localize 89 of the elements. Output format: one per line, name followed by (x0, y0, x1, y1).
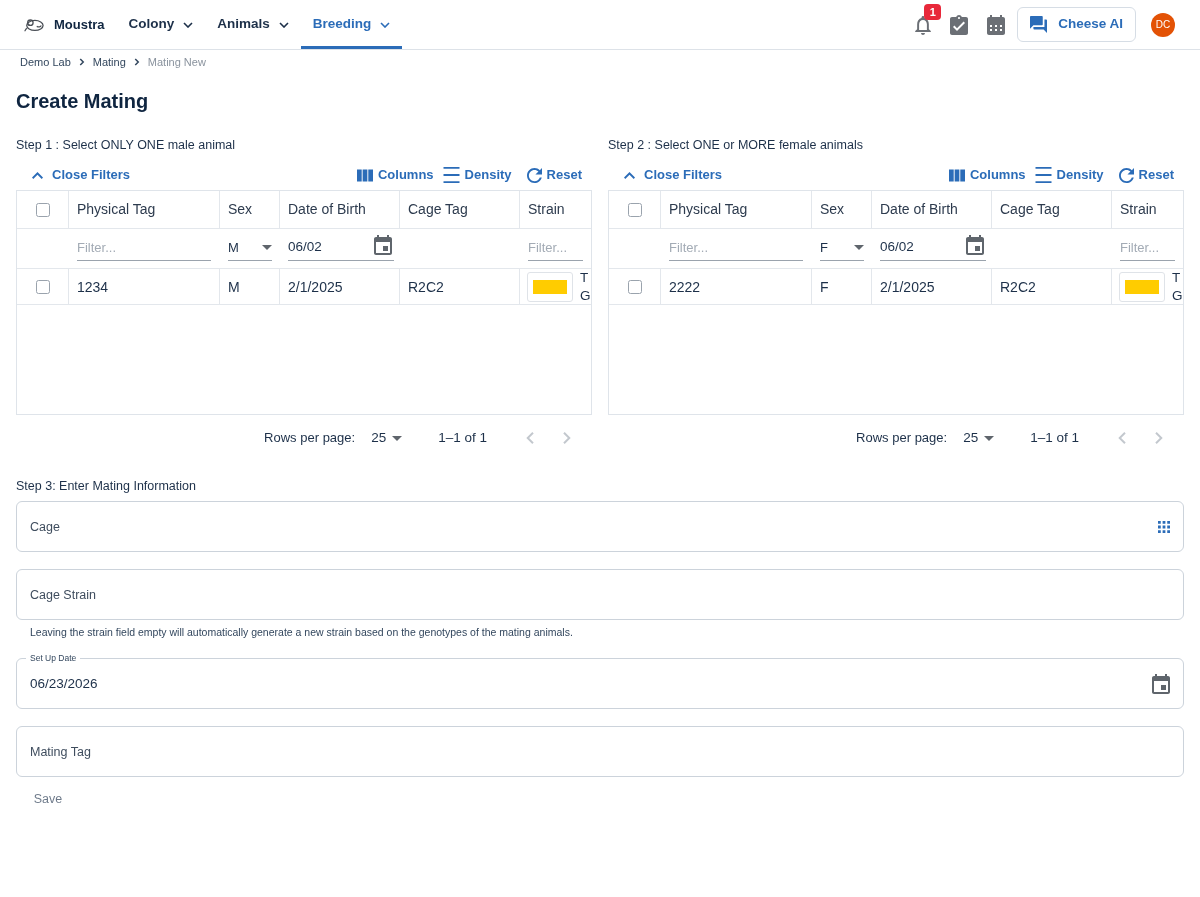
nav-tab[interactable]: Animals (205, 0, 301, 49)
step-label: Step 2 : Select ONE or MORE female animals (608, 137, 864, 153)
columns-icon (949, 168, 965, 182)
refresh-icon (1118, 167, 1134, 183)
refresh-icon (526, 167, 542, 183)
breadcrumb-link[interactable]: Mating (92, 54, 126, 70)
rows-per-page-select[interactable]: 25 (371, 427, 403, 449)
input-field[interactable]: Mating Tag (16, 726, 1184, 777)
step-label: Step 1 : Select ONLY ONE male animal (16, 137, 237, 153)
columns-button[interactable]: Columns (357, 165, 434, 185)
filter-field[interactable]: Filter... (1120, 237, 1175, 261)
chevron-down-icon (183, 21, 194, 28)
step-label: Step 3: Enter Mating Information (16, 478, 197, 494)
checkbox[interactable] (627, 280, 642, 294)
chevron-down-icon (380, 21, 391, 28)
rows-per-page-label: Rows per page: (856, 429, 948, 448)
rows-per-page-label: Rows per page: (264, 429, 356, 448)
page-range: 1–1 of 1 (1030, 428, 1079, 447)
field-label: Set Up Date (26, 652, 81, 664)
table-cell: F (812, 269, 872, 305)
page-range: 1–1 of 1 (438, 428, 487, 447)
dropdown-field[interactable]: M (228, 237, 272, 261)
input-field[interactable]: Cage (16, 501, 1184, 552)
calendar-icon[interactable] (1152, 673, 1170, 694)
calendar-icon[interactable] (966, 235, 984, 255)
page-title: Create Mating (16, 89, 150, 113)
filter-toggle-button[interactable]: Close Filters (624, 165, 723, 185)
chevron-right-icon (78, 58, 85, 66)
nav-tab[interactable]: Breeding (300, 0, 403, 49)
filter-field[interactable]: Filter... (669, 237, 803, 261)
strain-name: T G (580, 269, 591, 305)
column-header[interactable]: Date of Birth (280, 191, 400, 228)
column-header[interactable]: Date of Birth (872, 191, 992, 228)
column-header[interactable]: Sex (220, 191, 280, 228)
table-cell: M (220, 269, 280, 305)
chat-bubbles-icon (1030, 16, 1048, 33)
breadcrumb-current: Mating New (147, 55, 206, 70)
table-cell: 2/1/2025 (872, 269, 992, 305)
column-header[interactable]: Strain (1112, 191, 1183, 228)
table-cell: R2C2 (400, 269, 520, 305)
reset-button[interactable]: Reset (526, 165, 582, 185)
reset-button[interactable]: Reset (1118, 165, 1174, 185)
assistant-button[interactable]: Cheese AI (1017, 7, 1136, 42)
table-cell: 1234 (69, 269, 220, 305)
checkbox[interactable] (35, 280, 50, 294)
checkbox[interactable] (627, 202, 642, 217)
clipboard-check-icon[interactable] (950, 14, 969, 35)
caret-icon (854, 244, 864, 250)
column-header[interactable]: Cage Tag (400, 191, 520, 228)
chevron-up-icon (32, 171, 43, 179)
filter-field[interactable]: Filter... (528, 237, 583, 261)
user-avatar[interactable]: DC (1151, 12, 1175, 37)
table-cell: R2C2 (992, 269, 1112, 305)
nav-tab[interactable]: Colony (116, 0, 206, 49)
checkbox[interactable] (35, 202, 50, 217)
filter-toggle-button[interactable]: Close Filters (32, 165, 131, 185)
dropdown-field[interactable]: F (820, 237, 864, 261)
calendar-icon[interactable] (987, 14, 1006, 35)
column-header[interactable]: Cage Tag (992, 191, 1112, 228)
columns-icon (357, 168, 373, 182)
table-cell: 2222 (661, 269, 812, 305)
density-button[interactable]: Density (1034, 165, 1104, 185)
chevron-up-icon (624, 171, 635, 179)
caret-icon (392, 435, 403, 441)
bell-icon[interactable] (915, 14, 932, 35)
columns-button[interactable]: Columns (949, 165, 1026, 185)
strain-name: T G (1172, 269, 1183, 305)
filter-field[interactable]: Filter... (77, 237, 211, 261)
density-button[interactable]: Density (442, 165, 512, 185)
caret-icon (262, 244, 272, 250)
breadcrumb-link[interactable]: Demo Lab (20, 54, 71, 70)
chevron-down-icon (278, 21, 289, 28)
column-header[interactable]: Physical Tag (661, 191, 812, 228)
column-header[interactable]: Strain (520, 191, 591, 228)
chevron-right-icon (133, 58, 140, 66)
density-icon (442, 167, 460, 183)
table-cell: 2/1/2025 (280, 269, 400, 305)
calendar-icon[interactable] (374, 235, 392, 255)
helper-text: Leaving the strain field empty will automatically generate a new strain based on the genotypes of the mating animals. (30, 625, 574, 639)
column-header[interactable]: Sex (812, 191, 872, 228)
column-header[interactable]: Physical Tag (69, 191, 220, 228)
notification-badge: 1 (924, 3, 942, 20)
mouse-logo-icon (24, 16, 44, 33)
density-icon (1034, 167, 1052, 183)
input-field[interactable]: Cage Strain (16, 569, 1184, 620)
caret-icon (984, 435, 995, 441)
grid-icon[interactable] (1158, 520, 1170, 533)
rows-per-page-select[interactable]: 25 (963, 427, 995, 449)
brand-name: Moustra (54, 15, 105, 34)
